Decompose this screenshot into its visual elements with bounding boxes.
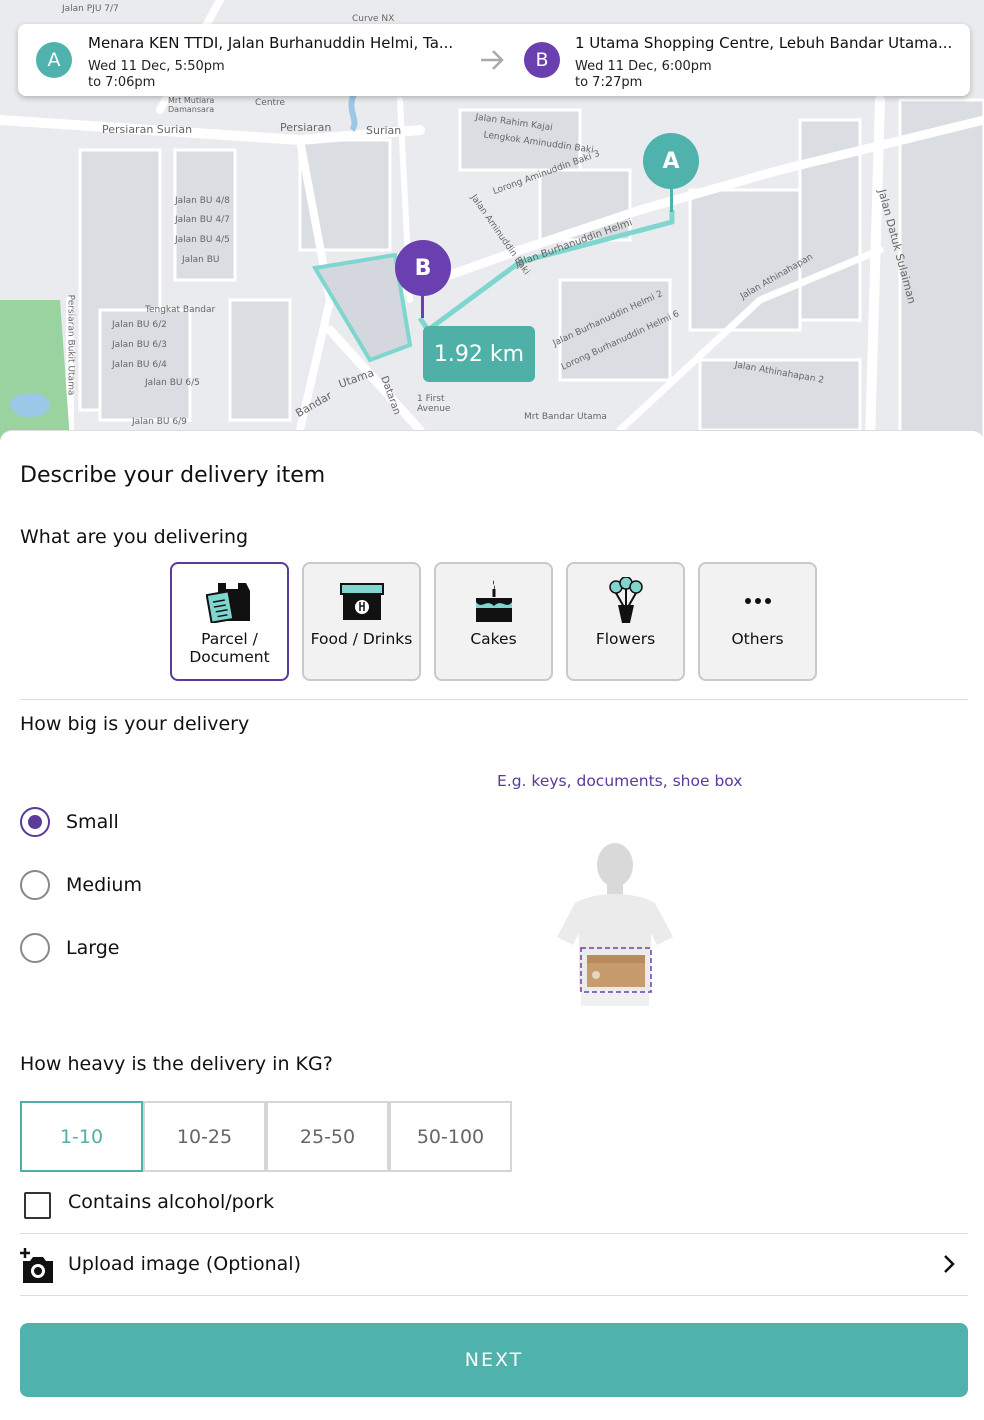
radio-indicator[interactable] xyxy=(20,870,50,900)
weight-option-50-100[interactable]: 50-100 xyxy=(389,1101,512,1172)
dropoff-pin-label: B xyxy=(414,255,432,281)
pickup-pin[interactable]: A xyxy=(643,133,699,189)
size-small-radio[interactable]: Small xyxy=(20,807,119,837)
dropoff-marker-label: B xyxy=(535,49,549,71)
size-example: E.g. keys, documents, shoe box xyxy=(497,772,743,790)
pickup-until: to 7:06pm xyxy=(88,75,156,90)
category-label: Cakes xyxy=(470,630,517,648)
map-label: Tengkat Bandar xyxy=(145,305,216,315)
upload-image-label[interactable]: Upload image (Optional) xyxy=(68,1253,301,1275)
size-illustration xyxy=(555,841,675,1011)
map-label: Jalan BU 4/7 xyxy=(175,215,230,225)
map-label: Centre xyxy=(255,98,286,108)
alcohol-pork-checkbox[interactable] xyxy=(24,1192,51,1219)
category-cakes[interactable]: Cakes xyxy=(434,562,553,681)
food-box-icon xyxy=(304,578,419,624)
parcel-document-icon xyxy=(172,578,287,624)
divider xyxy=(20,1233,968,1234)
size-label: Medium xyxy=(66,874,142,896)
alcohol-pork-label: Contains alcohol/pork xyxy=(68,1191,275,1213)
map-label: 1 First Avenue xyxy=(417,394,451,414)
more-dots-icon xyxy=(700,578,815,624)
sheet-title: Describe your delivery item xyxy=(20,463,326,488)
chevron-right-icon[interactable] xyxy=(942,1253,956,1281)
add-camera-icon[interactable] xyxy=(18,1247,58,1287)
weight-option-1-10[interactable]: 1-10 xyxy=(20,1101,143,1172)
flowers-icon xyxy=(568,577,683,624)
map-label: Jalan BU 6/2 xyxy=(112,320,167,330)
route-summary-card[interactable]: A Menara KEN TTDI, Jalan Burhanuddin Hel… xyxy=(18,24,970,96)
size-question: How big is your delivery xyxy=(20,713,250,735)
category-label: Food / Drinks xyxy=(310,630,413,648)
next-button[interactable]: NEXT xyxy=(20,1323,968,1397)
category-label: Others xyxy=(731,630,784,648)
distance-badge: 1.92 km xyxy=(423,326,535,382)
pickup-marker: A xyxy=(36,42,72,78)
divider xyxy=(20,699,968,700)
map-label: Jalan BU 6/4 xyxy=(112,360,167,370)
dropoff-pin[interactable]: B xyxy=(395,240,451,296)
dropoff-date: Wed 11 Dec, 6:00pm xyxy=(575,59,712,74)
dropoff-address: 1 Utama Shopping Centre, Lebuh Bandar Ut… xyxy=(575,34,953,52)
size-label: Small xyxy=(66,811,119,833)
category-label: Parcel / Document xyxy=(189,630,270,666)
weight-option-10-25[interactable]: 10-25 xyxy=(143,1101,266,1172)
category-question: What are you delivering xyxy=(20,526,249,548)
category-others[interactable]: Others xyxy=(698,562,817,681)
pickup-marker-label: A xyxy=(47,49,61,71)
map-label: Jalan BU 4/8 xyxy=(175,196,230,206)
dropoff-marker: B xyxy=(524,42,560,78)
weight-question: How heavy is the delivery in KG? xyxy=(20,1053,333,1075)
map-label: Jalan BU 4/5 xyxy=(175,235,230,245)
radio-indicator[interactable] xyxy=(20,807,50,837)
category-label: Flowers xyxy=(595,630,656,648)
cake-icon xyxy=(436,578,551,624)
map-label: Surian xyxy=(366,124,402,137)
map-label: Persiaran xyxy=(280,121,332,134)
map-label: Mrt Mutiara Damansara xyxy=(168,96,215,114)
map-label: Curve NX xyxy=(352,14,395,24)
size-large-radio[interactable]: Large xyxy=(20,933,119,963)
route-map[interactable]: Jalan PJU 7/7 Curve NX Persiaran Surian … xyxy=(0,0,984,440)
map-label: Jalan BU 6/9 xyxy=(132,417,187,427)
size-label: Large xyxy=(66,937,120,959)
dropoff-until: to 7:27pm xyxy=(575,75,643,90)
pickup-date: Wed 11 Dec, 5:50pm xyxy=(88,59,225,74)
delivery-item-sheet: Describe your delivery item What are you… xyxy=(0,430,984,1420)
map-label: Jalan BU 6/5 xyxy=(145,378,200,388)
map-label: Persiaran Bukit Utama xyxy=(65,294,76,396)
map-label: Jalan BU xyxy=(182,255,220,265)
map-label: Persiaran Surian xyxy=(102,123,193,136)
category-parcel-document[interactable]: Parcel / Document xyxy=(170,562,289,681)
pickup-address: Menara KEN TTDI, Jalan Burhanuddin Helmi… xyxy=(88,34,454,52)
pin-b-stem xyxy=(421,294,424,318)
map-label: Mrt Bandar Utama xyxy=(524,412,607,422)
weight-option-25-50[interactable]: 25-50 xyxy=(266,1101,389,1172)
size-medium-radio[interactable]: Medium xyxy=(20,870,142,900)
divider xyxy=(20,1295,968,1296)
category-food-drinks[interactable]: Food / Drinks xyxy=(302,562,421,681)
map-label: Jalan BU 6/3 xyxy=(112,340,167,350)
pickup-pin-label: A xyxy=(662,148,680,174)
map-label: Jalan PJU 7/7 xyxy=(62,4,119,14)
pin-a-stem xyxy=(670,188,673,212)
arrow-right-icon xyxy=(478,46,506,74)
radio-indicator[interactable] xyxy=(20,933,50,963)
category-flowers[interactable]: Flowers xyxy=(566,562,685,681)
